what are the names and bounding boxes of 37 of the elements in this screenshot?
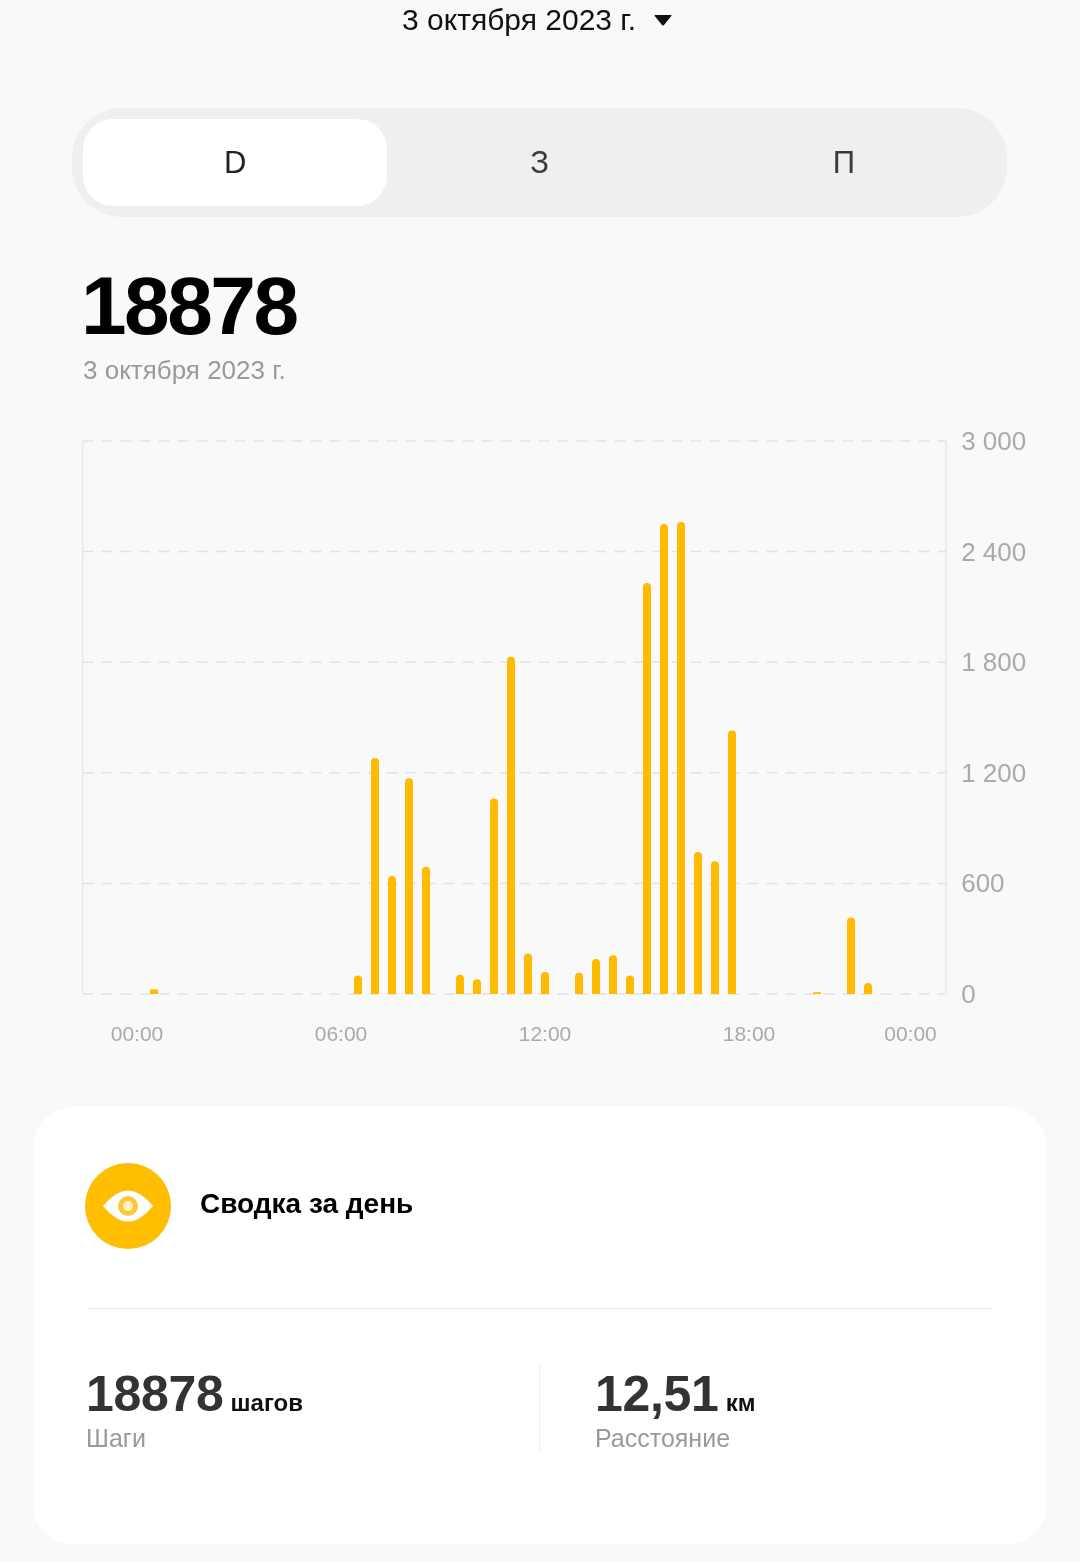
step-bar [575,972,583,994]
stat-label: Шаги [86,1423,146,1453]
step-bar [473,979,481,994]
step-bar [592,959,600,994]
summary-title: Сводка за день [200,1186,414,1221]
step-bar [609,955,617,994]
stat-unit: шагов [230,1388,303,1418]
period-tab[interactable]: D [83,119,388,206]
stat-value: 12,51 [595,1365,719,1423]
step-bar [354,975,362,994]
period-tab[interactable]: З [387,119,692,206]
step-bar [541,971,549,994]
step-bar [150,989,158,994]
y-axis-label: 0 [961,979,976,1009]
y-axis-label: 1 200 [961,757,1027,788]
x-axis-label: 00:00 [884,1021,937,1045]
x-axis-label: 00:00 [110,1021,164,1045]
eye-icon [85,1163,171,1249]
step-bar [864,982,872,994]
x-axis-label: 12:00 [518,1021,572,1045]
y-axis-label: 2 400 [961,536,1027,567]
step-bar [626,975,634,994]
period-tab[interactable]: П [691,119,996,206]
y-axis-label: 1 800 [961,647,1027,678]
stat-value: 18878 [86,1365,224,1423]
step-bar [456,974,464,994]
stat-unit: км [725,1388,756,1418]
y-axis-label: 600 [961,868,1005,899]
x-axis-label: 18:00 [722,1021,776,1045]
x-axis-label: 06:00 [314,1021,368,1045]
date-label: 3 октября 2023 г. [83,354,286,386]
step-count: 18878 [81,265,297,347]
y-axis-label: 3 000 [961,426,1027,456]
step-bar [524,953,532,994]
caret-icon [653,14,672,26]
date-dropdown[interactable]: 3 октября 2023 г. [402,0,672,40]
stat-label: Расстояние [595,1423,731,1453]
